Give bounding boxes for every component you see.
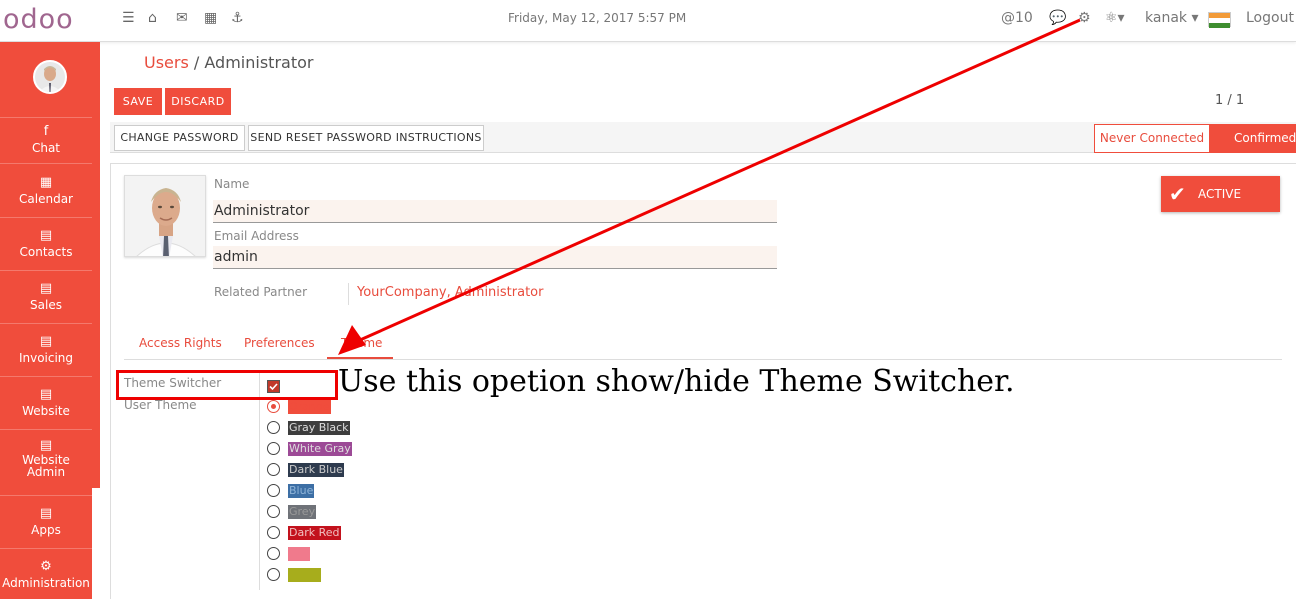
annotation-arrow-line <box>359 18 1081 342</box>
annotation-arrowhead <box>338 325 366 355</box>
annotation-highlight-box <box>116 370 338 400</box>
annotation-text: Use this opetion show/hide Theme Switche… <box>338 364 1015 399</box>
annotation-overlay <box>338 18 1081 355</box>
